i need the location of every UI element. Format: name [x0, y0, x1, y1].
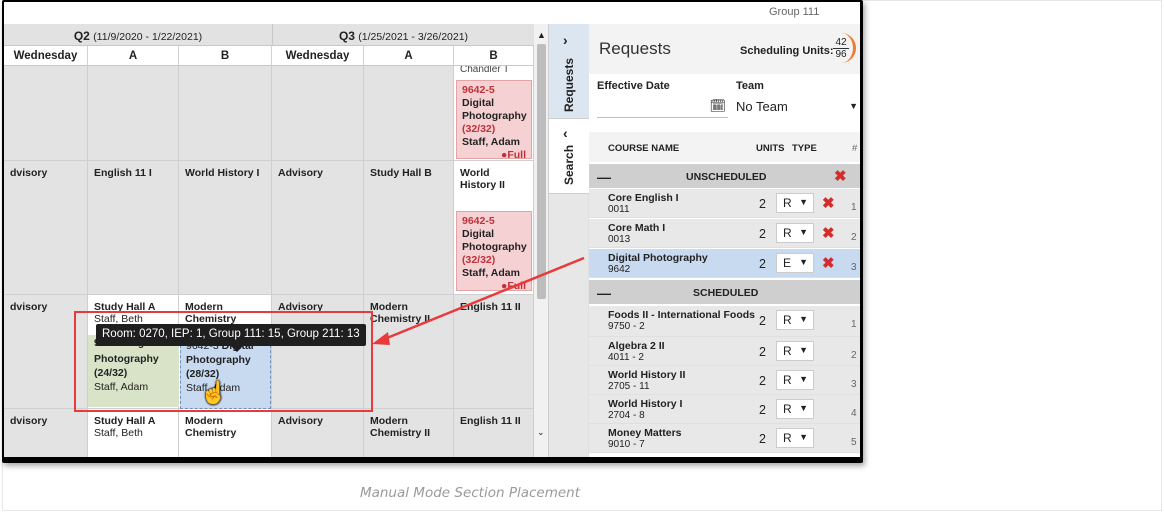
hand-cursor-icon: ☝ — [200, 380, 228, 405]
figure-caption: Manual Mode Section Placement — [359, 485, 581, 501]
arrow-head — [372, 332, 390, 345]
annotation-arrow — [372, 256, 585, 345]
schedule-screenshot: Group 111 Q2 (11/9/2020 - 1/22/2021) Q3 … — [4, 2, 860, 457]
arrow-line — [381, 256, 585, 342]
